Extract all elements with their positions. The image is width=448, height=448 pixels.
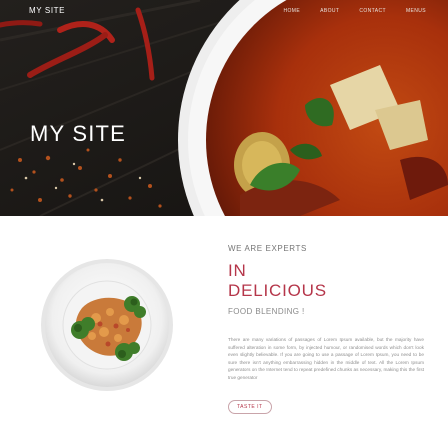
taste-it-button[interactable]: TASTE IT bbox=[228, 399, 272, 414]
about-headline-line-1: IN bbox=[228, 261, 247, 280]
page: MY SITE HOME ABOUT CONTACT MENUS MY SITE bbox=[0, 0, 448, 448]
hero-title: MY SITE bbox=[30, 120, 127, 146]
nav-item-contact[interactable]: CONTACT bbox=[359, 8, 386, 14]
nav-item-home[interactable]: HOME bbox=[283, 8, 300, 14]
about-text-block: WE ARE EXPERTS IN DELICIOUS FOOD BLENDIN… bbox=[228, 244, 424, 414]
about-subline: FOOD BLENDING ! bbox=[228, 307, 305, 316]
top-navigation-bar: MY SITE HOME ABOUT CONTACT MENUS bbox=[0, 0, 448, 26]
about-headline-line-2: DELICIOUS bbox=[228, 281, 327, 300]
food-plate-image bbox=[40, 258, 174, 392]
nav-item-menus[interactable]: MENUS bbox=[406, 8, 426, 14]
about-headline: IN DELICIOUS bbox=[228, 261, 424, 301]
nav-item-about[interactable]: ABOUT bbox=[320, 8, 339, 14]
site-brand-logo[interactable]: MY SITE bbox=[29, 6, 65, 15]
about-body-text: There are many variations of passages of… bbox=[228, 337, 424, 380]
about-section: WE ARE EXPERTS IN DELICIOUS FOOD BLENDIN… bbox=[0, 216, 448, 448]
main-nav: HOME ABOUT CONTACT MENUS bbox=[263, 8, 426, 14]
hero-section: MY SITE HOME ABOUT CONTACT MENUS MY SITE bbox=[0, 0, 448, 216]
about-kicker: WE ARE EXPERTS bbox=[228, 244, 307, 253]
hero-background-image bbox=[0, 0, 448, 216]
